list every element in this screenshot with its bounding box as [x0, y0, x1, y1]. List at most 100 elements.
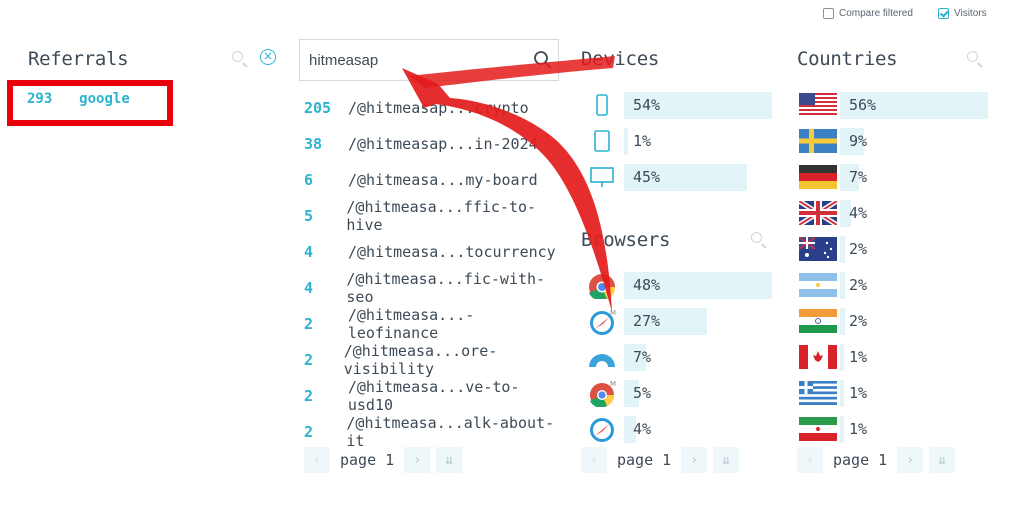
page-count: 38	[304, 135, 323, 153]
visitors-option[interactable]: Visitors	[938, 8, 987, 19]
countries-bar-wrap: 7%	[840, 163, 988, 191]
referral-row[interactable]: 293 google	[27, 91, 130, 107]
prev-page-button[interactable]: ‹	[304, 447, 330, 473]
countries-bar	[840, 343, 844, 371]
countries-row[interactable]: 1%	[796, 375, 988, 411]
countries-percent: 1%	[849, 419, 868, 438]
countries-row[interactable]: 9%	[796, 123, 988, 159]
countries-search-icon[interactable]	[967, 51, 978, 62]
chrome-mobile-icon: M	[580, 379, 624, 407]
countries-row[interactable]: 2%	[796, 267, 988, 303]
countries-expand-button[interactable]: ⇊	[929, 447, 956, 473]
page-count: 2	[304, 423, 314, 441]
flag-us-icon	[796, 93, 840, 117]
countries-bar	[840, 307, 845, 335]
countries-row[interactable]: 2%	[796, 303, 988, 339]
countries-page-label: page 1	[833, 451, 888, 469]
countries-bar	[840, 379, 844, 407]
page-count: 2	[304, 387, 314, 405]
countries-percent: 1%	[849, 347, 868, 366]
compare-filtered-label: Compare filtered	[839, 8, 913, 19]
browsers-bar-wrap: 5%	[624, 379, 772, 407]
page-row[interactable]: 2 /@hitmeasa...ore-visibility	[304, 342, 564, 378]
page-path: /@hitmeasa...ore-visibility	[343, 342, 498, 378]
countries-row[interactable]: 1%	[796, 411, 988, 447]
compare-filtered-checkbox[interactable]	[823, 8, 834, 19]
countries-bar-wrap: 9%	[840, 127, 988, 155]
flag-ir-icon	[796, 417, 840, 441]
browsers-search-icon[interactable]	[751, 232, 762, 243]
countries-row[interactable]: 56%	[796, 87, 988, 123]
flag-de-icon	[796, 165, 840, 189]
countries-bar	[840, 271, 845, 299]
countries-pager: ‹ page 1 › ⇊	[797, 447, 956, 473]
countries-next-button[interactable]: ›	[897, 447, 924, 473]
browsers-percent: 4%	[633, 419, 652, 438]
countries-percent: 9%	[849, 131, 868, 150]
countries-percent: 1%	[849, 383, 868, 402]
countries-row[interactable]: 7%	[796, 159, 988, 195]
page-row[interactable]: 2 /@hitmeasa...alk-about-it	[304, 414, 564, 450]
countries-bar-wrap: 56%	[840, 91, 988, 119]
svg-text:M: M	[610, 380, 616, 388]
referral-count: 293	[27, 91, 53, 107]
countries-bar	[840, 415, 844, 443]
browsers-page-label: page 1	[617, 451, 672, 469]
countries-row[interactable]: 4%	[796, 195, 988, 231]
browsers-pager: ‹ page 1 › ⇊	[581, 447, 740, 473]
countries-bar-wrap: 2%	[840, 235, 988, 263]
countries-list: 56% 9% 7% 4% 2% 2% 2% 1% 1% 1%	[796, 87, 988, 447]
safari-icon	[580, 415, 624, 443]
page-count: 4	[304, 243, 314, 261]
browsers-percent: 5%	[633, 383, 652, 402]
flag-au-icon	[796, 237, 840, 261]
countries-bar-wrap: 1%	[840, 379, 988, 407]
pages-pager: ‹ page 1 › ⇊	[304, 447, 463, 473]
page-count: 5	[304, 207, 314, 225]
next-page-button[interactable]: ›	[404, 447, 431, 473]
countries-bar-wrap: 2%	[840, 307, 988, 335]
flag-gr-icon	[796, 381, 840, 405]
countries-bar	[840, 235, 845, 263]
pages-page-label: page 1	[340, 451, 395, 469]
browsers-prev-button[interactable]: ‹	[581, 447, 607, 473]
browsers-row[interactable]: 4%	[580, 411, 772, 447]
browsers-bar-wrap: 4%	[624, 415, 772, 443]
countries-bar-wrap: 4%	[840, 199, 988, 227]
countries-title: Countries	[797, 48, 898, 70]
browsers-row[interactable]: M 5%	[580, 375, 772, 411]
gauge-browser-icon	[580, 343, 624, 371]
countries-percent: 4%	[849, 203, 868, 222]
countries-percent: 2%	[849, 275, 868, 294]
countries-bar-wrap: 1%	[840, 343, 988, 371]
countries-row[interactable]: 1%	[796, 339, 988, 375]
browsers-row[interactable]: 7%	[580, 339, 772, 375]
referrals-search-icon[interactable]	[232, 51, 243, 62]
browsers-next-button[interactable]: ›	[681, 447, 708, 473]
page-count: 205	[304, 99, 332, 117]
countries-prev-button[interactable]: ‹	[797, 447, 823, 473]
countries-percent: 56%	[849, 95, 877, 114]
clear-filter-icon[interactable]: ×	[260, 49, 276, 65]
referral-name: google	[79, 91, 130, 107]
page-count: 6	[304, 171, 314, 189]
countries-bar-wrap: 1%	[840, 415, 988, 443]
countries-percent: 2%	[849, 239, 868, 258]
visitors-checkbox[interactable]	[938, 8, 949, 19]
flag-gb-icon	[796, 201, 840, 225]
browsers-expand-button[interactable]: ⇊	[713, 447, 740, 473]
referrals-title: Referrals	[28, 48, 129, 70]
page-count: 4	[304, 279, 314, 297]
expand-list-button[interactable]: ⇊	[436, 447, 463, 473]
browsers-percent: 7%	[633, 347, 652, 366]
countries-row[interactable]: 2%	[796, 231, 988, 267]
page-path: /@hitmeasa...ve-to-usd10	[347, 378, 520, 414]
flag-se-icon	[796, 129, 840, 153]
compare-filtered-option[interactable]: Compare filtered	[823, 8, 913, 19]
page-row[interactable]: 2 /@hitmeasa...ve-to-usd10	[304, 378, 564, 414]
flag-ca-icon	[796, 345, 840, 369]
browsers-bar-wrap: 7%	[624, 343, 772, 371]
annotation-arrow	[402, 56, 615, 312]
page-path: /@hitmeasa...alk-about-it	[346, 414, 555, 450]
countries-percent: 7%	[849, 167, 868, 186]
